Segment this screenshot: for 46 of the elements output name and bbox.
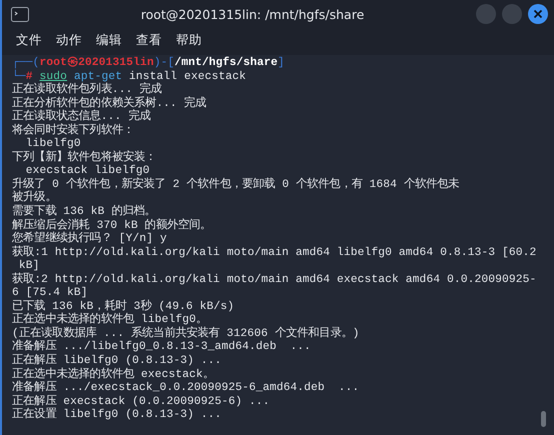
output-line: 准备解压 .../execstack_0.0.20090925-6_amd64.deb ... bbox=[12, 382, 360, 394]
output-line: 正在选中未选择的软件包 execstack。 bbox=[12, 368, 215, 381]
output-line: kB] bbox=[18, 260, 41, 272]
command-word: install bbox=[129, 70, 178, 83]
prompt-frame: ┌──( bbox=[12, 57, 40, 69]
output-line: (正在读取数据库 ... 系统当前共安装有 312606 个文件和目录。) bbox=[12, 328, 360, 340]
output-line: 需要下载 136 kB 的归档。 bbox=[12, 206, 157, 218]
prompt-frame: ] bbox=[278, 57, 285, 69]
prompt-symbol: # bbox=[26, 70, 33, 83]
menu-item[interactable]: 文件 bbox=[16, 32, 42, 49]
prompt-path: /mnt/hgfs/share bbox=[174, 57, 278, 69]
output-line: 已下载 136 kB，耗时 3秒 (49.6 kB/s) bbox=[12, 300, 236, 313]
output-line: 被升级。 bbox=[12, 192, 58, 204]
output-line: 正在解压 libelfg0 (0.8.13-3) ... bbox=[12, 355, 223, 368]
prompt-frame: └─ bbox=[12, 70, 26, 83]
command-word: sudo bbox=[40, 70, 68, 83]
output-line: 6 [75.4 kB] bbox=[12, 287, 89, 300]
output-line: 正在解压 execstack (0.0.20090925-6) ... bbox=[12, 396, 271, 408]
output-line: 正在读取软件包列表... 完成 bbox=[12, 84, 163, 96]
close-button[interactable] bbox=[528, 4, 548, 24]
menu-item[interactable]: 帮助 bbox=[176, 32, 202, 49]
output-line: 准备解压 .../libelfg0_0.8.13-3_amd64.deb ... bbox=[12, 341, 312, 354]
prompt-user: root㉿20201315lin bbox=[40, 57, 154, 69]
output-line: 正在设置 libelfg0 (0.8.13-3) ... bbox=[12, 409, 223, 423]
window-title: root@20201315lin: /mnt/hgfs/share bbox=[140, 6, 366, 22]
menu-item[interactable]: 动作 bbox=[56, 32, 82, 49]
output-line: 下列【新】软件包将被安装： bbox=[12, 152, 158, 164]
output-line: 将会同时安装下列软件： bbox=[12, 124, 136, 138]
menu-item[interactable]: 编辑 bbox=[96, 32, 122, 49]
scrollbar-thumb[interactable] bbox=[541, 411, 546, 427]
terminal-icon bbox=[11, 6, 29, 22]
prompt-frame: )-[ bbox=[154, 57, 174, 69]
output-line: libelfg0 bbox=[24, 138, 82, 150]
output-line: execstack libelfg0 bbox=[24, 165, 151, 178]
output-line: 正在分析软件包的依赖关系树... 完成 bbox=[12, 98, 208, 110]
close-icon bbox=[533, 9, 543, 19]
command-word: apt-get bbox=[74, 70, 122, 83]
output-line: 获取:1 http://old.kali.org/kali moto/main amd64 libelfg0 amd64 0.8.13-3 [60.2 bbox=[12, 246, 538, 260]
output-line: 您希望继续执行吗？ [Y/n] y bbox=[12, 233, 168, 246]
command-word: execstack bbox=[184, 70, 246, 83]
menu-item[interactable]: 查看 bbox=[136, 32, 162, 49]
output-line: 解压缩后会消耗 370 kB 的额外空间。 bbox=[12, 220, 212, 232]
output-line: 获取:2 http://old.kali.org/kali moto/main amd64 execstack amd64 0.0.20090925- bbox=[12, 274, 538, 286]
output-line: 升级了 0 个软件包，新安装了 2 个软件包，要卸载 0 个软件包，有 1684 个软件包未 bbox=[12, 178, 460, 191]
output-line: 正在选中未选择的软件包 libelfg0。 bbox=[12, 314, 208, 326]
output-line: 正在读取状态信息... 完成 bbox=[12, 111, 152, 124]
